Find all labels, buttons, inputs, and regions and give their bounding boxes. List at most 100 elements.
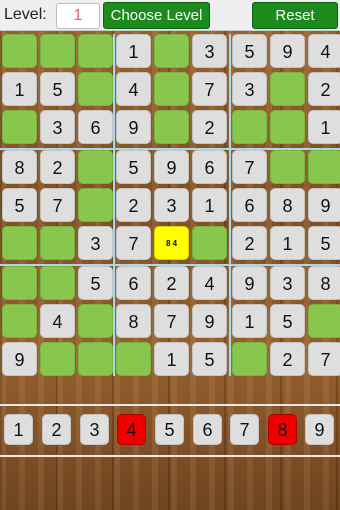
board-cell[interactable]: 1: [192, 188, 227, 222]
board-cell[interactable]: [78, 342, 113, 376]
board-cell[interactable]: [40, 226, 75, 260]
board-cell[interactable]: [78, 304, 113, 338]
board-cell[interactable]: 9: [116, 110, 151, 144]
board-cell[interactable]: 2: [116, 188, 151, 222]
board-cell[interactable]: 5: [270, 304, 305, 338]
board-cell[interactable]: [270, 150, 305, 184]
board-cell[interactable]: 6: [192, 150, 227, 184]
board-cell[interactable]: [40, 34, 75, 68]
board-cell[interactable]: 6: [78, 110, 113, 144]
board-cell[interactable]: 1: [2, 72, 37, 106]
board-cell[interactable]: 7: [40, 188, 75, 222]
sudoku-board: 135941547323692182596757231689378 421556…: [0, 34, 340, 395]
board-cell[interactable]: 8: [270, 188, 305, 222]
board-cell[interactable]: 9: [154, 150, 189, 184]
board-cell[interactable]: 1: [154, 342, 189, 376]
board-cell[interactable]: [116, 342, 151, 376]
board-cell[interactable]: 7: [192, 72, 227, 106]
board-cell[interactable]: 9: [232, 266, 267, 300]
board-cell[interactable]: 2: [270, 342, 305, 376]
board-cell[interactable]: 2: [232, 226, 267, 260]
board-cell[interactable]: [78, 72, 113, 106]
box-separator: [113, 34, 115, 376]
board-cell[interactable]: 5: [308, 226, 340, 260]
board-cell[interactable]: 1: [308, 110, 340, 144]
board-cell[interactable]: 8 4: [154, 226, 189, 260]
board-cell[interactable]: [2, 266, 37, 300]
number-key[interactable]: 5: [155, 414, 184, 445]
board-cell[interactable]: [154, 34, 189, 68]
board-cell[interactable]: [2, 226, 37, 260]
board-cell[interactable]: 3: [192, 34, 227, 68]
board-cell[interactable]: [40, 266, 75, 300]
board-cell[interactable]: [270, 72, 305, 106]
level-display: 1: [56, 3, 100, 29]
board-cell[interactable]: 5: [2, 188, 37, 222]
board-cell[interactable]: [232, 110, 267, 144]
board-cell[interactable]: 2: [308, 72, 340, 106]
board-cell[interactable]: 7: [116, 226, 151, 260]
number-key[interactable]: 6: [193, 414, 222, 445]
board-cell[interactable]: 9: [308, 188, 340, 222]
pad-divider-top: [0, 404, 340, 406]
board-cell[interactable]: [78, 34, 113, 68]
board-cell[interactable]: [308, 304, 340, 338]
board-cell[interactable]: [154, 110, 189, 144]
board-cell[interactable]: 3: [232, 72, 267, 106]
board-cell[interactable]: 7: [154, 304, 189, 338]
board-cell[interactable]: 3: [270, 266, 305, 300]
board-cell[interactable]: 4: [40, 304, 75, 338]
board-cell[interactable]: [2, 304, 37, 338]
number-key[interactable]: 7: [230, 414, 259, 445]
board-cell[interactable]: 6: [232, 188, 267, 222]
board-cell[interactable]: 4: [192, 266, 227, 300]
board-cell[interactable]: 5: [116, 150, 151, 184]
board-cell[interactable]: 5: [40, 72, 75, 106]
board-cell[interactable]: [78, 150, 113, 184]
number-key[interactable]: 9: [305, 414, 334, 445]
board-cell[interactable]: 2: [154, 266, 189, 300]
board-cell[interactable]: [154, 72, 189, 106]
board-cell[interactable]: 6: [116, 266, 151, 300]
board-cell[interactable]: 4: [308, 34, 340, 68]
number-key[interactable]: 8: [268, 414, 297, 445]
board-cell[interactable]: 3: [78, 226, 113, 260]
board-cell[interactable]: 3: [40, 110, 75, 144]
board-cell[interactable]: [192, 226, 227, 260]
board-cell[interactable]: 7: [232, 150, 267, 184]
board-cell[interactable]: 4: [116, 72, 151, 106]
reset-button[interactable]: Reset: [252, 2, 338, 29]
box-separator: [229, 34, 231, 376]
board-cell[interactable]: 2: [40, 150, 75, 184]
board-cell[interactable]: [308, 150, 340, 184]
board-cell[interactable]: 7: [308, 342, 340, 376]
number-key[interactable]: 2: [42, 414, 71, 445]
board-cell[interactable]: 9: [270, 34, 305, 68]
box-separator: [0, 264, 340, 266]
board-cell[interactable]: 3: [154, 188, 189, 222]
board-cell[interactable]: [78, 188, 113, 222]
board-cell[interactable]: [2, 110, 37, 144]
board-cell[interactable]: [270, 110, 305, 144]
board-cell[interactable]: 9: [192, 304, 227, 338]
board-cell[interactable]: 1: [116, 34, 151, 68]
number-key[interactable]: 1: [4, 414, 33, 445]
board-cell[interactable]: 8: [2, 150, 37, 184]
board-cell[interactable]: 5: [232, 34, 267, 68]
board-cell[interactable]: 8: [116, 304, 151, 338]
board-cell[interactable]: 1: [232, 304, 267, 338]
board-cell[interactable]: 9: [2, 342, 37, 376]
board-cell[interactable]: 5: [78, 266, 113, 300]
board-cell[interactable]: [232, 342, 267, 376]
choose-level-button[interactable]: Choose Level: [103, 2, 210, 29]
board-cell[interactable]: [40, 342, 75, 376]
board-cell[interactable]: 2: [192, 110, 227, 144]
board-cell[interactable]: 1: [270, 226, 305, 260]
board-cell[interactable]: 8: [308, 266, 340, 300]
number-key[interactable]: 4: [117, 414, 146, 445]
board-cell[interactable]: [2, 34, 37, 68]
board-cell[interactable]: 5: [192, 342, 227, 376]
number-key[interactable]: 3: [80, 414, 109, 445]
top-bar: Level: 1 Choose Level Reset: [0, 0, 340, 31]
level-label: Level:: [4, 6, 47, 23]
